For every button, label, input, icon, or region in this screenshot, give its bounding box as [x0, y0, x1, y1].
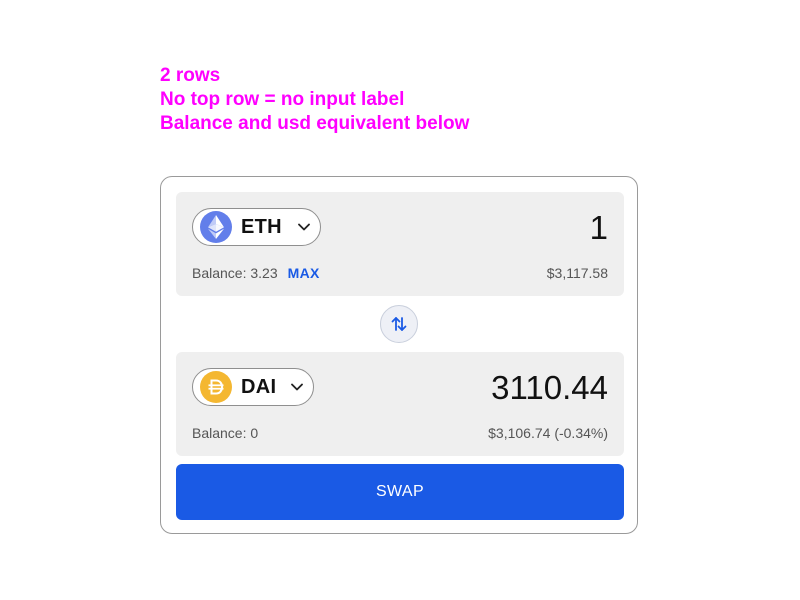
- switch-tokens-button[interactable]: [380, 305, 418, 343]
- to-amount-input[interactable]: 3110.44: [491, 368, 608, 408]
- swap-button[interactable]: SWAP: [176, 464, 624, 520]
- annotation-line: No top row = no input label: [160, 89, 405, 110]
- dai-icon: [200, 371, 232, 403]
- page: 2 rows No top row = no input label Balan…: [0, 0, 800, 600]
- from-token-selector[interactable]: ETH: [192, 208, 321, 246]
- design-annotations: 2 rows No top row = no input label Balan…: [160, 64, 469, 136]
- to-balance: Balance: 0: [192, 425, 259, 441]
- from-usd-value: $3,117.58: [546, 265, 608, 281]
- swap-arrows-icon: [390, 315, 408, 333]
- max-button[interactable]: MAX: [288, 265, 320, 281]
- from-balance: Balance: 3.23: [192, 265, 278, 281]
- chevron-down-icon: [298, 223, 310, 231]
- from-meta-row: Balance: 3.23 MAX $3,117.58: [192, 264, 608, 282]
- annotation-line: 2 rows: [160, 65, 221, 86]
- ethereum-icon: [200, 211, 232, 243]
- from-amount-input[interactable]: 1: [590, 208, 608, 248]
- to-usd-value: $3,106.74 (-0.34%): [488, 425, 608, 441]
- to-meta-row: Balance: 0 $3,106.74 (-0.34%): [192, 424, 608, 442]
- from-token-panel: ETH 1 Balance: 3.23 MAX $3,117.58: [176, 192, 624, 296]
- annotation-line: Balance and usd equivalent below: [160, 113, 470, 134]
- from-token-symbol: ETH: [241, 215, 282, 238]
- chevron-down-icon: [291, 383, 303, 391]
- to-token-panel: DAI 3110.44 Balance: 0 $3,106.74 (-0.34%…: [176, 352, 624, 456]
- swap-card: ETH 1 Balance: 3.23 MAX $3,117.58 DAI 31…: [160, 176, 638, 534]
- to-token-symbol: DAI: [241, 375, 277, 398]
- to-token-selector[interactable]: DAI: [192, 368, 314, 406]
